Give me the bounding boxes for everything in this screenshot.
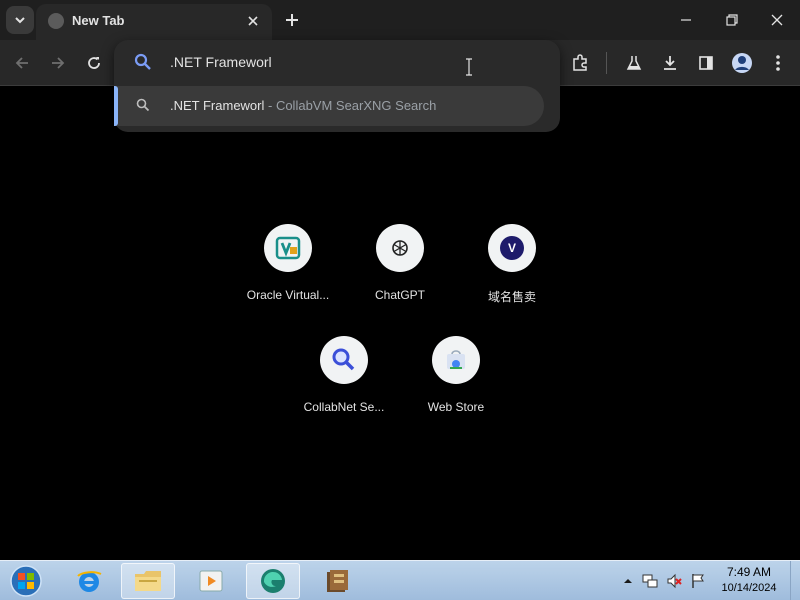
show-desktop-button[interactable] bbox=[790, 561, 800, 600]
v-letter-icon: V bbox=[488, 224, 536, 272]
arrow-left-icon bbox=[15, 57, 28, 69]
close-icon bbox=[771, 14, 783, 26]
shortcut-oracle-virtual[interactable]: Oracle Virtual... bbox=[232, 224, 344, 320]
suggestion-text: .NET Frameworl - CollabVM SearXNG Search bbox=[170, 98, 436, 113]
archive-icon bbox=[327, 570, 348, 592]
taskbar-edge-browser[interactable] bbox=[246, 563, 300, 599]
back-button[interactable] bbox=[8, 49, 36, 77]
search-suggestion[interactable]: .NET Frameworl - CollabVM SearXNG Search bbox=[114, 86, 544, 126]
search-icon bbox=[134, 53, 152, 76]
windows-logo-icon bbox=[10, 565, 42, 597]
volume-tray-icon[interactable] bbox=[666, 573, 682, 589]
browser-icon bbox=[261, 569, 285, 593]
forward-button[interactable] bbox=[44, 49, 72, 77]
virtualbox-icon bbox=[264, 224, 312, 272]
side-panel-icon bbox=[699, 56, 713, 70]
chevron-up-icon bbox=[624, 579, 632, 583]
suggestion-engine: - CollabVM SearXNG Search bbox=[264, 98, 437, 113]
close-icon bbox=[248, 16, 258, 26]
internet-explorer-icon bbox=[77, 571, 102, 592]
start-button[interactable] bbox=[6, 563, 46, 599]
clock-date: 10/14/2024 bbox=[721, 582, 777, 594]
minimize-button[interactable] bbox=[672, 6, 700, 34]
restore-button[interactable] bbox=[718, 6, 746, 34]
shortcut-domain-sale[interactable]: V 域名售卖 bbox=[456, 224, 568, 320]
close-window-button[interactable] bbox=[763, 6, 791, 34]
side-panel-button[interactable] bbox=[692, 49, 720, 77]
tab-title: New Tab bbox=[72, 13, 125, 28]
reload-icon bbox=[88, 57, 100, 69]
text-cursor-icon bbox=[464, 58, 474, 76]
folder-icon bbox=[135, 571, 161, 591]
kebab-menu-icon bbox=[776, 55, 780, 71]
shortcut-label: CollabNet Se... bbox=[303, 400, 385, 414]
tab-strip: New Tab bbox=[0, 0, 800, 40]
reload-button[interactable] bbox=[80, 49, 108, 77]
v-letter-badge: V bbox=[500, 236, 524, 260]
downloads-button[interactable] bbox=[656, 49, 684, 77]
clock-time: 7:49 AM bbox=[726, 565, 772, 579]
shortcut-label: Oracle Virtual... bbox=[246, 288, 330, 302]
taskbar-internet-explorer[interactable] bbox=[62, 563, 116, 599]
plus-icon bbox=[286, 14, 298, 26]
shortcut-chatgpt[interactable]: ChatGPT bbox=[344, 224, 456, 320]
download-icon bbox=[664, 56, 676, 70]
restore-icon bbox=[726, 14, 738, 26]
web-store-icon bbox=[432, 336, 480, 384]
taskbar-archive-app[interactable] bbox=[310, 563, 364, 599]
action-center-tray-icon[interactable] bbox=[690, 573, 706, 589]
selection-indicator bbox=[114, 86, 118, 126]
arrow-right-icon bbox=[52, 57, 65, 69]
menu-button[interactable] bbox=[764, 49, 792, 77]
network-icon bbox=[642, 574, 658, 588]
suggestion-query: .NET Frameworl bbox=[170, 98, 265, 113]
profile-button[interactable] bbox=[728, 49, 756, 77]
shortcut-web-store[interactable]: Web Store bbox=[400, 336, 512, 432]
labs-button[interactable] bbox=[620, 49, 648, 77]
magnifier-icon bbox=[320, 336, 368, 384]
chevron-down-icon bbox=[15, 17, 25, 24]
network-tray-icon[interactable] bbox=[642, 573, 658, 589]
taskbar-media-player[interactable] bbox=[184, 563, 238, 599]
chrome-favicon-icon bbox=[48, 13, 64, 29]
flask-icon bbox=[626, 56, 642, 70]
address-bar-input[interactable] bbox=[170, 54, 470, 70]
media-player-icon bbox=[199, 570, 223, 592]
flag-icon bbox=[692, 574, 704, 588]
speaker-muted-icon bbox=[667, 573, 682, 589]
toolbar-separator bbox=[606, 52, 607, 74]
tab-new-tab[interactable]: New Tab bbox=[36, 4, 272, 40]
omnibox-dropdown: .NET Frameworl - CollabVM SearXNG Search bbox=[114, 40, 560, 132]
shortcut-label: ChatGPT bbox=[374, 288, 425, 302]
shortcut-collabnet-search[interactable]: CollabNet Se... bbox=[288, 336, 400, 432]
avatar-icon bbox=[732, 53, 752, 73]
tab-close-button[interactable] bbox=[242, 10, 264, 32]
taskbar-file-explorer[interactable] bbox=[121, 563, 175, 599]
minimize-icon bbox=[681, 19, 691, 21]
show-hidden-icons-button[interactable] bbox=[620, 573, 636, 589]
taskbar: 7:49 AM 10/14/2024 bbox=[0, 560, 800, 600]
shortcut-label: Web Store bbox=[427, 400, 485, 414]
puzzle-icon bbox=[573, 54, 587, 71]
shortcut-label: 域名售卖 bbox=[487, 290, 536, 304]
extensions-button[interactable] bbox=[566, 49, 594, 77]
tab-search-button[interactable] bbox=[6, 6, 34, 34]
chatgpt-icon bbox=[376, 224, 424, 272]
system-clock[interactable]: 7:49 AM 10/14/2024 bbox=[712, 565, 786, 594]
search-icon bbox=[136, 98, 150, 117]
new-tab-button[interactable] bbox=[280, 8, 304, 32]
